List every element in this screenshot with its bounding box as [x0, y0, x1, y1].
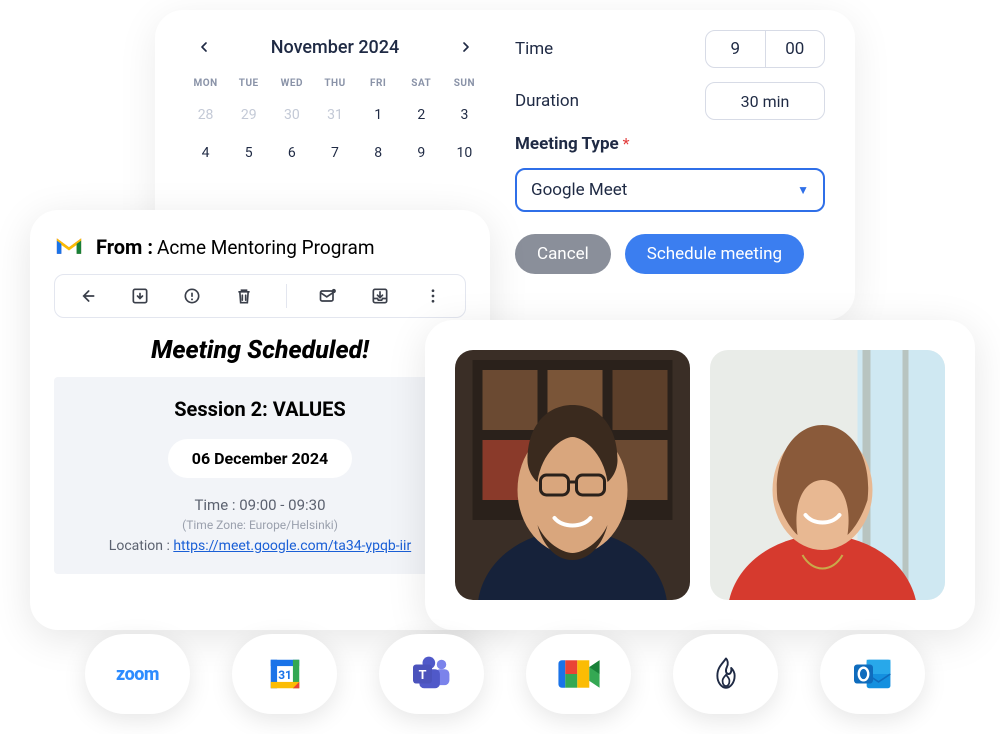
duration-input[interactable]: 30 min: [705, 82, 825, 120]
integrations-row: zoom 31 T: [85, 634, 925, 714]
integration-zoom[interactable]: zoom: [85, 634, 190, 714]
video-call-card: [425, 320, 975, 630]
ms-teams-icon: T: [409, 655, 455, 693]
email-from-label: From :: [96, 235, 153, 259]
move-to-inbox-icon[interactable]: [369, 285, 391, 307]
integration-outlook[interactable]: [820, 634, 925, 714]
calendar-dow: WED: [271, 72, 312, 95]
video-tile-1: [455, 350, 690, 600]
integration-ms-teams[interactable]: T: [379, 634, 484, 714]
calendar-day[interactable]: 7: [314, 135, 355, 171]
calendar-grid: MONTUEWEDTHUFRISATSUN 28293031123 45678910: [185, 72, 485, 171]
integration-google-meet[interactable]: [526, 634, 631, 714]
mark-unread-icon[interactable]: [317, 285, 339, 307]
flame-icon: [706, 655, 746, 693]
meeting-type-select[interactable]: Google Meet ▼: [515, 168, 825, 212]
delete-icon[interactable]: [233, 285, 255, 307]
time-input[interactable]: 9 00: [705, 30, 825, 68]
calendar-dow: THU: [314, 72, 355, 95]
calendar-day[interactable]: 4: [185, 135, 226, 171]
video-tile-2: [710, 350, 945, 600]
integration-google-calendar[interactable]: 31: [232, 634, 337, 714]
prev-month-button[interactable]: [193, 36, 215, 58]
calendar-dow: SUN: [444, 72, 485, 95]
email-from-value: Acme Mentoring Program: [157, 236, 375, 259]
meeting-timezone: (Time Zone: Europe/Helsinki): [70, 518, 450, 532]
meeting-type-value: Google Meet: [531, 180, 627, 200]
meeting-date: 06 December 2024: [168, 439, 352, 478]
cancel-button[interactable]: Cancel: [515, 234, 611, 274]
more-icon[interactable]: [422, 285, 444, 307]
zoom-icon: zoom: [116, 664, 159, 685]
calendar-dow: FRI: [358, 72, 399, 95]
gmail-icon: [54, 234, 84, 260]
calendar-dow: SAT: [401, 72, 442, 95]
scheduler-settings: Time 9 00 Duration 30 min Meeting Type *…: [485, 30, 825, 300]
calendar-day[interactable]: 9: [401, 135, 442, 171]
location-label: Location :: [109, 538, 170, 554]
calendar-day[interactable]: 30: [271, 97, 312, 133]
required-marker: *: [623, 134, 630, 153]
meeting-link[interactable]: https://meet.google.com/ta34-ypqb-iir: [173, 538, 411, 554]
google-calendar-icon: 31: [264, 655, 306, 693]
integration-jira[interactable]: [673, 634, 778, 714]
meeting-type-label: Meeting Type: [515, 134, 619, 154]
back-icon[interactable]: [76, 285, 98, 307]
calendar-day[interactable]: 31: [314, 97, 355, 133]
calendar-day[interactable]: 10: [444, 135, 485, 171]
time-hour[interactable]: 9: [706, 39, 765, 59]
email-card: From : Acme Mentoring Program Meeting Sc…: [30, 210, 490, 630]
calendar-dow: TUE: [228, 72, 269, 95]
google-meet-icon: [555, 655, 603, 693]
time-minute[interactable]: 00: [766, 39, 825, 59]
chevron-down-icon: ▼: [797, 183, 809, 197]
svg-text:T: T: [418, 668, 426, 683]
session-title: Session 2: VALUES: [70, 397, 450, 421]
archive-icon[interactable]: [129, 285, 151, 307]
schedule-meeting-button[interactable]: Schedule meeting: [625, 234, 804, 274]
calendar-day[interactable]: 2: [401, 97, 442, 133]
calendar-day[interactable]: 8: [358, 135, 399, 171]
email-title: Meeting Scheduled!: [54, 336, 466, 365]
calendar-day[interactable]: 3: [444, 97, 485, 133]
calendar-day[interactable]: 1: [358, 97, 399, 133]
outlook-icon: [850, 655, 896, 693]
calendar-day[interactable]: 28: [185, 97, 226, 133]
email-toolbar: [54, 274, 466, 318]
calendar-day[interactable]: 29: [228, 97, 269, 133]
time-label: Time: [515, 39, 553, 59]
meeting-time: Time : 09:00 - 09:30: [70, 496, 450, 514]
calendar-dow: MON: [185, 72, 226, 95]
calendar-month-label: November 2024: [271, 37, 400, 58]
spam-icon[interactable]: [181, 285, 203, 307]
svg-text:31: 31: [278, 668, 292, 682]
duration-label: Duration: [515, 91, 579, 111]
calendar-day[interactable]: 6: [271, 135, 312, 171]
calendar-day[interactable]: 5: [228, 135, 269, 171]
next-month-button[interactable]: [455, 36, 477, 58]
